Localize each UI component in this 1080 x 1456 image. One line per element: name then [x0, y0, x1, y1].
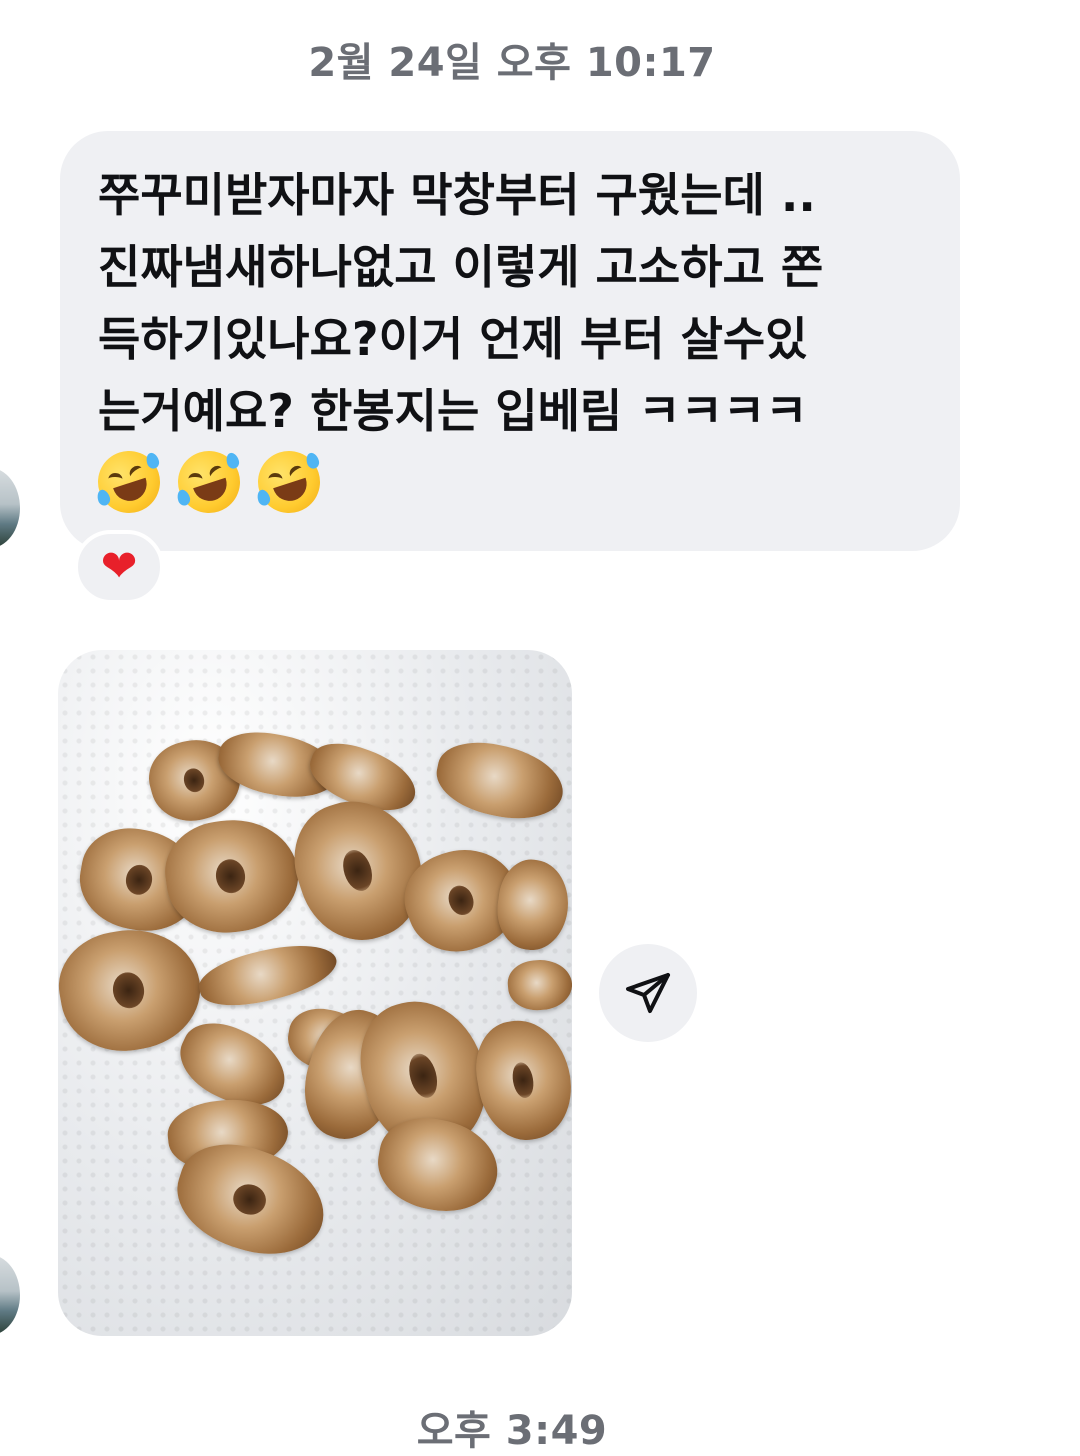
rolling-on-floor-laughing-emoji: [89, 442, 169, 522]
message-text: 쭈꾸미받자마자 막창부터 구웠는데 .. 진짜냄새하나없고 이렇게 고소하고 쫀…: [98, 168, 824, 438]
emoji-row: [89, 442, 924, 522]
food-item: [468, 1012, 572, 1148]
share-button[interactable]: [599, 944, 697, 1042]
timestamp-top: 2월 24일 오후 10:17: [308, 40, 716, 86]
food-item: [430, 733, 570, 829]
food-item: [194, 933, 342, 1017]
sender-avatar[interactable]: [0, 1255, 20, 1335]
rolling-on-floor-laughing-emoji: [169, 442, 249, 522]
heart-reaction[interactable]: ❤: [74, 530, 164, 604]
sender-avatar[interactable]: [0, 468, 20, 548]
message-bubble[interactable]: 쭈꾸미받자마자 막창부터 구웠는데 .. 진짜냄새하나없고 이렇게 고소하고 쫀…: [60, 131, 960, 551]
photo-attachment[interactable]: [58, 650, 572, 1336]
rolling-on-floor-laughing-emoji: [249, 442, 329, 522]
timestamp-bottom: 오후 3:49: [416, 1408, 608, 1454]
send-icon: [626, 973, 670, 1013]
heart-icon: ❤: [100, 541, 138, 592]
food-item: [505, 957, 572, 1013]
food-item: [158, 811, 306, 941]
